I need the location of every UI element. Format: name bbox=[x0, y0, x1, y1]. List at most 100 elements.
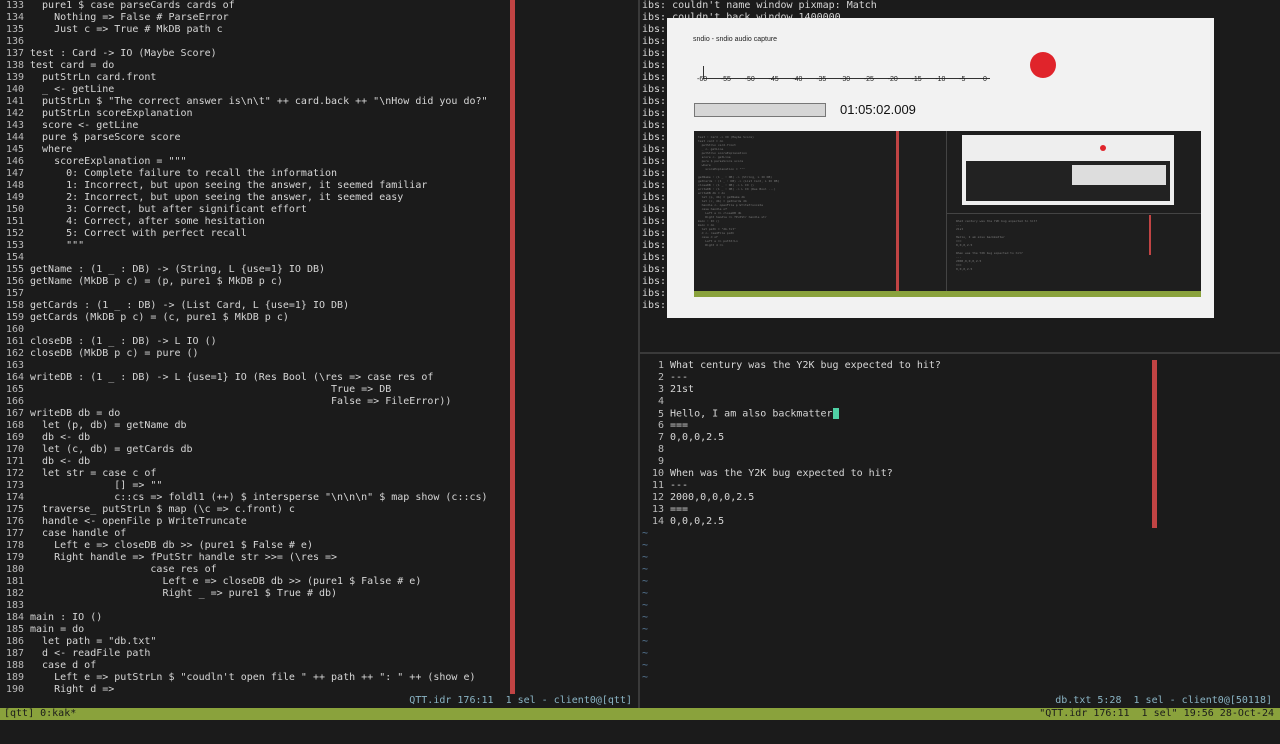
editor-line[interactable]: 168 let (p, db) = getName db bbox=[0, 420, 638, 432]
editor-line[interactable]: 182 Right _ => pure1 $ True # db) bbox=[0, 588, 638, 600]
tmux-session[interactable]: [qtt] 0:kak* bbox=[4, 708, 76, 720]
line-number: 5 bbox=[657, 408, 664, 420]
editor-line[interactable]: 169 db <- db bbox=[0, 432, 638, 444]
editor-line[interactable]: 3 21st bbox=[640, 384, 1280, 396]
editor-line[interactable]: 142 putStrLn scoreExplanation bbox=[0, 108, 638, 120]
editor-line[interactable]: 183 bbox=[0, 600, 638, 612]
editor-line[interactable]: 141 putStrLn $ "The correct answer is\n\… bbox=[0, 96, 638, 108]
editor-line[interactable]: 175 traverse_ putStrLn $ map (\c => c.fr… bbox=[0, 504, 638, 516]
editor-line[interactable]: 189 Left e => putStrLn $ "coudln't open … bbox=[0, 672, 638, 684]
editor-line[interactable]: 151 4: Correct, after some hesitation bbox=[0, 216, 638, 228]
editor-line[interactable]: 186 let path = "db.txt" bbox=[0, 636, 638, 648]
screen-preview: test : Card -> IO (Maybe Score) test car… bbox=[694, 131, 1201, 297]
line-number: 4 bbox=[657, 396, 664, 407]
line-number: 141 bbox=[5, 96, 24, 107]
editor-line[interactable]: 165 True => DB bbox=[0, 384, 638, 396]
scale-tick-label: -55 bbox=[720, 76, 731, 83]
editor-line[interactable]: 163 bbox=[0, 360, 638, 372]
editor-line[interactable]: 133 pure1 $ case parseCards cards of bbox=[0, 0, 638, 12]
editor-line[interactable]: 138 test card = do bbox=[0, 60, 638, 72]
left-editor-pane[interactable]: 133 pure1 $ case parseCards cards of 134 … bbox=[0, 0, 638, 708]
editor-line[interactable]: 13 === bbox=[640, 504, 1280, 516]
editor-line[interactable]: 5 Hello, I am also backmatter bbox=[640, 408, 1280, 420]
line-number: 146 bbox=[5, 156, 24, 167]
editor-line[interactable]: 158 getCards : (1 _ : DB) -> (List Card, … bbox=[0, 300, 638, 312]
editor-line[interactable]: 180 case res of bbox=[0, 564, 638, 576]
editor-line[interactable]: 157 bbox=[0, 288, 638, 300]
editor-line[interactable]: 178 Left e => closeDB db >> (pure1 $ Fal… bbox=[0, 540, 638, 552]
editor-line[interactable]: 160 bbox=[0, 324, 638, 336]
editor-line[interactable]: 1 What century was the Y2K bug expected t… bbox=[640, 360, 1280, 372]
editor-line[interactable]: 140 _ <- getLine bbox=[0, 84, 638, 96]
empty-line-marker: ~ bbox=[642, 612, 649, 623]
editor-line[interactable]: 176 handle <- openFile p WriteTruncate bbox=[0, 516, 638, 528]
editor-line[interactable]: 9 bbox=[640, 456, 1280, 468]
sndio-capture-window[interactable]: sndio - sndio audio capture -60 -55 -50 -45… bbox=[667, 18, 1214, 318]
editor-line[interactable]: 134 Nothing => False # ParseError bbox=[0, 12, 638, 24]
editor-line[interactable]: 146 scoreExplanation = """ bbox=[0, 156, 638, 168]
editor-line[interactable]: 181 Left e => closeDB db >> (pure1 $ Fal… bbox=[0, 576, 638, 588]
editor-line[interactable]: 185 main = do bbox=[0, 624, 638, 636]
editor-line[interactable]: 154 bbox=[0, 252, 638, 264]
editor-line[interactable]: 136 bbox=[0, 36, 638, 48]
editor-line[interactable]: 166 False => FileError)) bbox=[0, 396, 638, 408]
editor-line[interactable]: 179 Right handle => fPutStr handle str >… bbox=[0, 552, 638, 564]
line-text: let str = case c of bbox=[30, 468, 157, 479]
editor-line[interactable]: 152 5: Correct with perfect recall bbox=[0, 228, 638, 240]
editor-line[interactable]: 170 let (c, db) = getCards db bbox=[0, 444, 638, 456]
line-text: 5: Correct with perfect recall bbox=[30, 228, 247, 239]
editor-line[interactable]: 8 bbox=[640, 444, 1280, 456]
editor-line[interactable]: 172 let str = case c of bbox=[0, 468, 638, 480]
editor-line[interactable]: 144 pure $ parseScore score bbox=[0, 132, 638, 144]
editor-line[interactable]: 143 score <- getLine bbox=[0, 120, 638, 132]
code-lines[interactable]: 133 pure1 $ case parseCards cards of 134 … bbox=[0, 0, 638, 696]
editor-line[interactable]: 7 0,0,0,2.5 bbox=[640, 432, 1280, 444]
line-text: writeDB db = do bbox=[30, 408, 121, 419]
editor-line[interactable]: 150 3: Correct, but after significant ef… bbox=[0, 204, 638, 216]
editor-line[interactable]: 145 where bbox=[0, 144, 638, 156]
editor-line[interactable]: 161 closeDB : (1 _ : DB) -> L IO () bbox=[0, 336, 638, 348]
editor-line[interactable]: 11 --- bbox=[640, 480, 1280, 492]
editor-line[interactable]: 137 test : Card -> IO (Maybe Score) bbox=[0, 48, 638, 60]
editor-line[interactable]: 167 writeDB db = do bbox=[0, 408, 638, 420]
scale-tick-label: 0 bbox=[983, 76, 987, 83]
line-number: 180 bbox=[5, 564, 24, 575]
line-text: 0: Complete failure to recall the inform… bbox=[30, 168, 338, 179]
editor-line[interactable]: 173 [] => "" bbox=[0, 480, 638, 492]
editor-line[interactable]: 148 1: Incorrect, but upon seeing the an… bbox=[0, 180, 638, 192]
editor-line[interactable]: 139 putStrLn card.front bbox=[0, 72, 638, 84]
line-number: 134 bbox=[5, 12, 24, 23]
line-text: Left e => closeDB db >> (pure1 $ False #… bbox=[30, 576, 422, 587]
db-editor-pane[interactable]: 1 What century was the Y2K bug expected t… bbox=[640, 354, 1280, 708]
editor-line[interactable]: 174 c::cs => foldl1 (++) $ intersperse "… bbox=[0, 492, 638, 504]
editor-line[interactable]: 2 --- bbox=[640, 372, 1280, 384]
line-text: Left e => closeDB db >> (pure1 $ False #… bbox=[30, 540, 313, 551]
editor-line[interactable]: 164 writeDB : (1 _ : DB) -> L {use=1} IO … bbox=[0, 372, 638, 384]
editor-line[interactable]: 187 d <- readFile path bbox=[0, 648, 638, 660]
editor-line[interactable]: 153 """ bbox=[0, 240, 638, 252]
editor-line[interactable]: 149 2: Incorrect, but upon seeing the an… bbox=[0, 192, 638, 204]
line-text: where bbox=[30, 144, 73, 155]
editor-line[interactable]: 147 0: Complete failure to recall the in… bbox=[0, 168, 638, 180]
editor-line[interactable]: 10 When was the Y2K bug expected to hit? bbox=[640, 468, 1280, 480]
editor-line[interactable]: 155 getName : (1 _ : DB) -> (String, L {u… bbox=[0, 264, 638, 276]
line-number: 182 bbox=[5, 588, 24, 599]
editor-line[interactable]: 177 case handle of bbox=[0, 528, 638, 540]
editor-line[interactable]: 162 closeDB (MkDB p c) = pure () bbox=[0, 348, 638, 360]
editor-line[interactable]: 14 0,0,0,2.5 bbox=[640, 516, 1280, 528]
line-text: Right handle => fPutStr handle str >>= (… bbox=[30, 552, 338, 563]
editor-line[interactable]: 156 getName (MkDB p c) = (p, pure1 $ MkDB… bbox=[0, 276, 638, 288]
scale-tick-label: -35 bbox=[816, 76, 827, 83]
file-name-field[interactable]: 7_1_combined.mov bbox=[694, 103, 826, 117]
editor-line[interactable]: 171 db <- db bbox=[0, 456, 638, 468]
editor-line[interactable]: 12 2000,0,0,0,2.5 bbox=[640, 492, 1280, 504]
record-button[interactable] bbox=[1030, 52, 1056, 78]
scale-tick-label: -5 bbox=[959, 76, 966, 83]
editor-line[interactable]: 188 case d of bbox=[0, 660, 638, 672]
editor-line[interactable]: 6 === bbox=[640, 420, 1280, 432]
editor-line[interactable]: 135 Just c => True # MkDB path c bbox=[0, 24, 638, 36]
editor-line[interactable]: 159 getCards (MkDB p c) = (c, pure1 $ MkD… bbox=[0, 312, 638, 324]
editor-line[interactable]: 4 bbox=[640, 396, 1280, 408]
db-lines[interactable]: 1 What century was the Y2K bug expected t… bbox=[640, 354, 1280, 684]
editor-line[interactable]: 184 main : IO () bbox=[0, 612, 638, 624]
